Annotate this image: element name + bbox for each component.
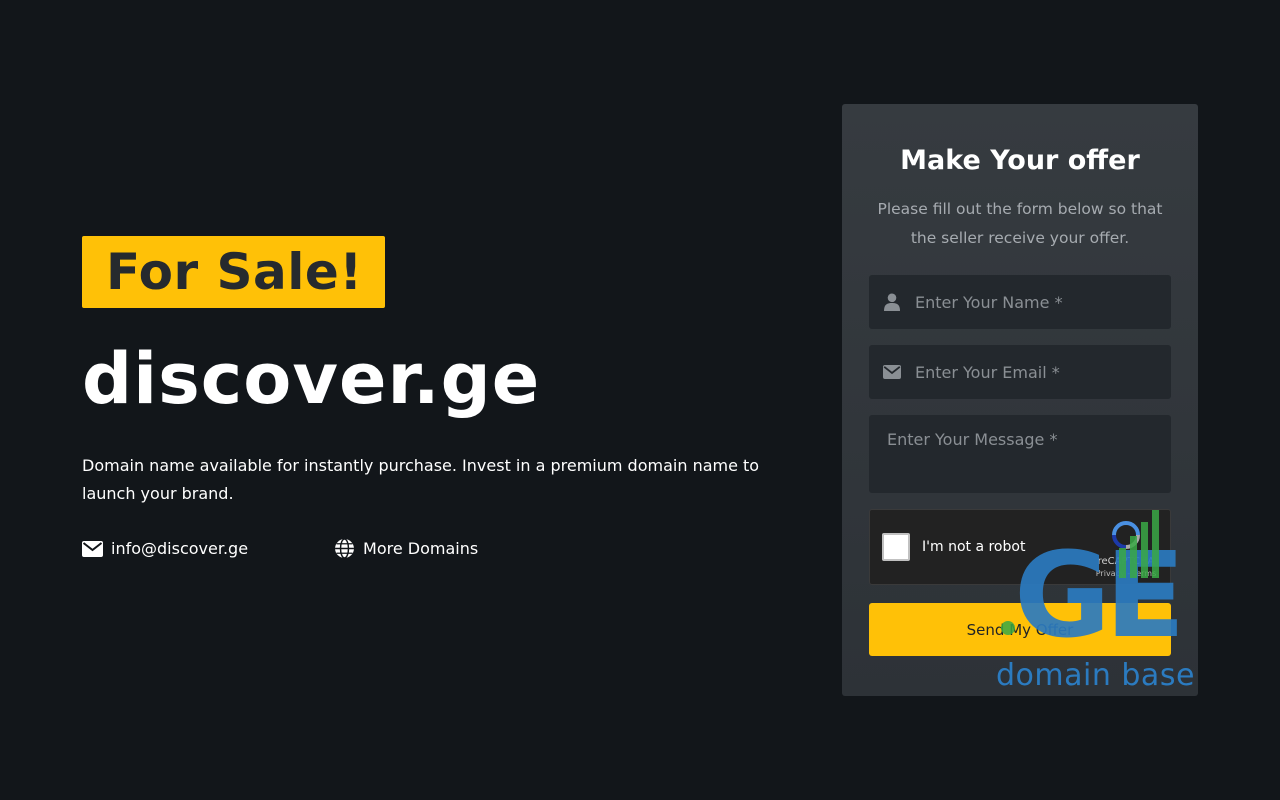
hero-section: For Sale! discover.ge Domain name availa… (82, 236, 782, 559)
domain-description: Domain name available for instantly purc… (82, 456, 760, 503)
name-field (869, 275, 1171, 329)
offer-form-subtitle: Please fill out the form below so that t… (877, 200, 1163, 247)
message-field (869, 415, 1171, 493)
recaptcha-terms[interactable]: Privacy - Terms (1094, 569, 1158, 578)
message-textarea[interactable] (869, 415, 1171, 493)
globe-icon (335, 538, 354, 559)
send-offer-button[interactable]: Send My Offer (869, 603, 1171, 656)
contact-links: info@discover.ge More Domains (82, 538, 782, 559)
email-input[interactable] (915, 345, 1171, 399)
recaptcha-label: I'm not a robot (922, 539, 1026, 555)
envelope-icon (82, 540, 103, 557)
email-link[interactable]: info@discover.ge (82, 539, 248, 558)
recaptcha-brand: reCAPTCHA (1097, 556, 1155, 567)
recaptcha-logo: reCAPTCHA Privacy - Terms (1094, 520, 1158, 578)
recaptcha-checkbox[interactable] (882, 533, 910, 561)
name-input[interactable] (915, 275, 1171, 329)
more-domains-label: More Domains (363, 539, 479, 558)
domain-name-heading: discover.ge (82, 338, 541, 420)
offer-form-title: Make Your offer (900, 145, 1140, 176)
recaptcha-icon (1112, 521, 1140, 549)
offer-form-card: Make Your offer Please fill out the form… (842, 104, 1198, 696)
for-sale-badge: For Sale! (82, 236, 385, 308)
more-domains-link[interactable]: More Domains (334, 538, 478, 559)
email-link-label: info@discover.ge (111, 539, 249, 558)
email-field (869, 345, 1171, 399)
user-icon (869, 293, 915, 311)
envelope-icon (869, 365, 915, 379)
recaptcha-widget: I'm not a robot reCAPTCHA Privacy - Term… (869, 509, 1171, 585)
